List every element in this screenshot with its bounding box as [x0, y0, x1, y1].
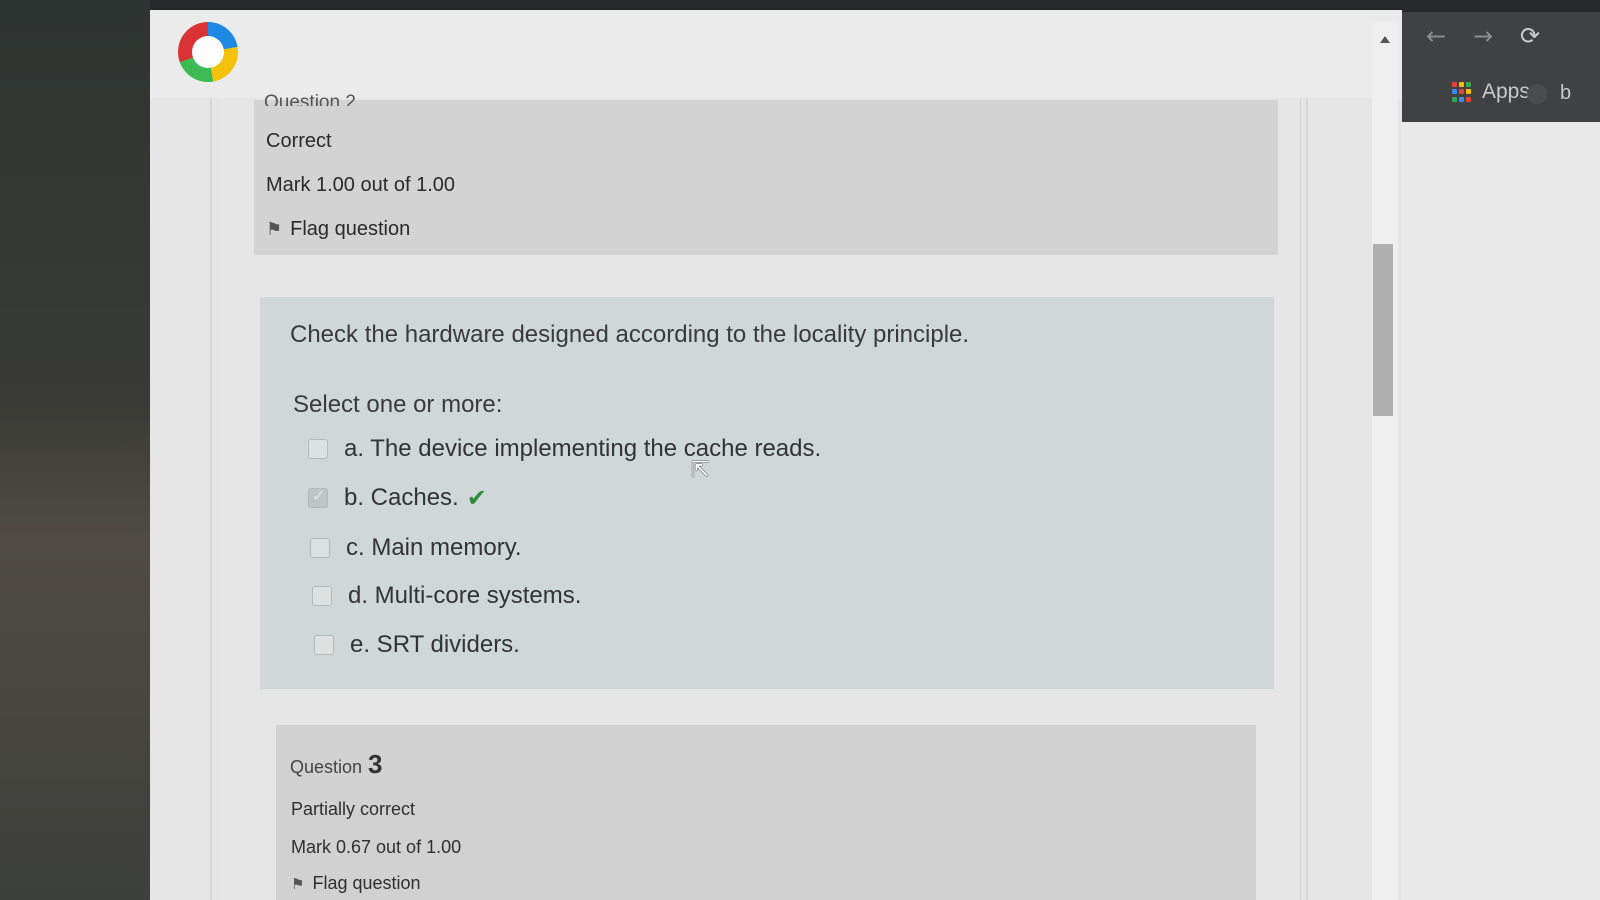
reload-button[interactable]: ⟳ — [1520, 22, 1540, 50]
app-logo-icon[interactable] — [178, 22, 238, 82]
page-header — [150, 10, 1402, 98]
question-3-info: Question 3 Partially correct Mark 0.67 ou… — [276, 725, 1256, 900]
question-3-flag-label: Flag question — [312, 873, 421, 893]
bookmark-apps[interactable]: Apps — [1452, 80, 1530, 104]
question-2-content: Check the hardware designed according to… — [260, 297, 1274, 689]
option-c-checkbox[interactable] — [310, 538, 330, 558]
question-3-status: Partially correct — [291, 799, 416, 819]
option-d-label: d. Multi-core systems. — [348, 582, 582, 609]
apps-grid-icon — [1452, 82, 1472, 102]
bookmark-favicon — [1527, 84, 1547, 104]
apps-label: Apps — [1482, 80, 1530, 103]
option-b-label: b. Caches. — [344, 484, 459, 511]
option-a[interactable]: a. The device implementing the cache rea… — [308, 435, 821, 463]
question-3-title: Question 3 — [290, 749, 383, 780]
mouse-cursor-icon: ⇱ — [691, 458, 710, 483]
monitor-surround — [0, 0, 150, 900]
question-3-prefix: Question — [290, 757, 363, 777]
bookmark-item[interactable]: b — [1560, 82, 1571, 105]
flag-question-label: Flag question — [290, 218, 411, 240]
flag-icon: ⚑ — [291, 876, 305, 893]
desktop-background — [1400, 122, 1600, 900]
question-text: Check the hardware designed according to… — [290, 321, 970, 348]
scroll-up-icon[interactable] — [1380, 36, 1390, 43]
flag-question-link[interactable]: ⚑ Flag question — [266, 218, 410, 241]
question-mark: Mark 1.00 out of 1.00 — [266, 174, 456, 196]
option-e-label: e. SRT dividers. — [350, 631, 520, 658]
question-status: Correct — [266, 130, 332, 152]
option-a-checkbox[interactable] — [308, 439, 328, 459]
question-3-number: 3 — [368, 749, 383, 779]
question-2-title: Question 2 — [264, 92, 356, 106]
option-b-checkbox[interactable] — [308, 486, 328, 508]
question-3-flag-link[interactable]: ⚑ Flag question — [291, 873, 421, 894]
answer-prompt: Select one or more: — [293, 391, 503, 418]
option-a-label: a. The device implementing the cache rea… — [344, 435, 822, 462]
option-d[interactable]: d. Multi-core systems. — [312, 582, 581, 610]
option-c-label: c. Main memory. — [346, 534, 522, 561]
option-e-checkbox[interactable] — [314, 635, 334, 655]
question-2-info: Question 2 Correct Mark 1.00 out of 1.00… — [254, 92, 1278, 255]
vertical-scrollbar[interactable] — [1372, 22, 1398, 900]
left-border — [210, 98, 218, 900]
right-border — [1300, 98, 1308, 900]
back-button[interactable]: ← — [1426, 22, 1446, 50]
option-b[interactable]: b. Caches. ✔ — [308, 484, 487, 512]
option-e[interactable]: e. SRT dividers. — [314, 631, 520, 659]
scrollbar-thumb[interactable] — [1373, 244, 1393, 416]
question-3-mark: Mark 0.67 out of 1.00 — [291, 837, 462, 857]
forward-button[interactable]: → — [1473, 22, 1493, 50]
quiz-page: Question 2 Correct Mark 1.00 out of 1.00… — [150, 10, 1402, 900]
correct-check-icon: ✔ — [466, 484, 487, 512]
option-c[interactable]: c. Main memory. — [310, 534, 522, 562]
option-d-checkbox[interactable] — [312, 586, 332, 606]
flag-icon: ⚑ — [266, 219, 283, 239]
